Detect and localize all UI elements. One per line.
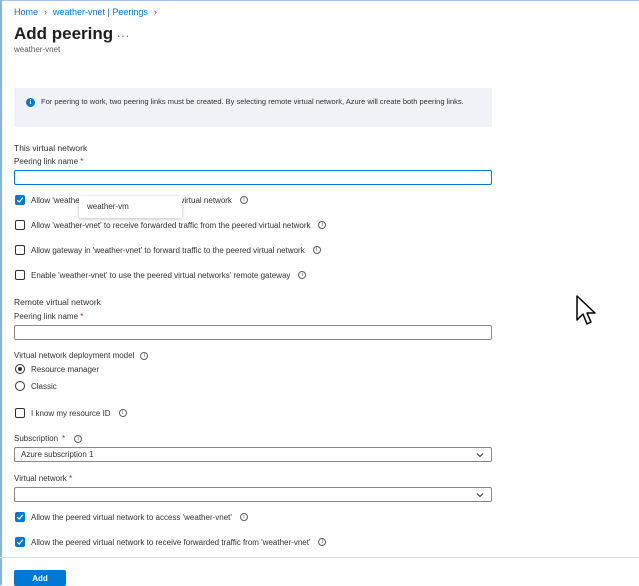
virtual-network-select[interactable] [14,487,492,502]
checkbox-unchecked[interactable] [15,270,25,280]
this-peering-link-input[interactable] [14,170,492,185]
chevron-right-icon: › [153,7,157,17]
option-peered-access[interactable]: Allow the peered virtual network to acce… [15,512,248,522]
option-label: Allow 'weather-vnet' to receive forwarde… [31,220,311,230]
info-icon[interactable]: i [239,513,248,521]
deployment-model-label: Virtual network deployment model i [14,351,149,360]
more-options-button[interactable]: ... [117,26,130,40]
page-subtitle: weather-vnet [14,45,61,54]
info-icon[interactable]: i [318,538,327,546]
info-icon[interactable]: i [312,246,321,254]
checkmark-icon [16,514,24,520]
remote-peering-link-input[interactable] [14,325,492,340]
checkmark-icon [16,539,24,545]
virtual-network-label: Virtual network * [14,474,73,483]
info-icon[interactable]: i [74,434,83,443]
footer-divider [0,557,639,558]
this-peering-link-label: Peering link name * [14,157,84,166]
info-icon: i [26,98,35,107]
option-receive-forwarded[interactable]: Allow 'weather-vnet' to receive forwarde… [15,220,327,230]
window-top-edge [0,0,639,1]
option-peered-forwarded[interactable]: Allow the peered virtual network to rece… [15,537,327,547]
subscription-value: Azure subscription 1 [21,450,94,459]
checkbox-checked[interactable] [15,512,25,522]
radio-classic[interactable]: Classic [15,381,57,391]
radio-button[interactable] [15,381,25,391]
info-banner: i For peering to work, two peering links… [14,88,492,127]
window-left-edge [0,0,2,585]
option-label: Enable 'weather-vnet' to use the peered … [31,270,291,280]
radio-label: Classic [31,381,57,391]
checkbox-unchecked[interactable] [15,220,25,230]
breadcrumb: Home › weather-vnet | Peerings › [14,7,157,17]
section-this-vnet: This virtual network [14,143,88,153]
breadcrumb-peerings[interactable]: weather-vnet | Peerings [53,7,148,17]
radio-button[interactable] [15,364,25,374]
section-remote-vnet: Remote virtual network [14,297,101,307]
cursor-icon [576,295,596,325]
info-icon[interactable]: i [298,271,307,279]
option-label: I know my resource ID [31,408,111,418]
info-icon[interactable]: i [140,351,149,360]
chevron-down-icon [476,452,484,457]
subscription-label: Subscription * i [14,434,83,443]
option-remote-gateway[interactable]: Enable 'weather-vnet' to use the peered … [15,270,307,280]
checkbox-unchecked[interactable] [15,245,25,255]
chevron-right-icon: › [44,7,48,17]
info-icon[interactable]: i [239,196,248,204]
breadcrumb-home[interactable]: Home [14,7,38,17]
add-button[interactable]: Add [14,570,66,586]
page-title: Add peering [14,24,114,43]
info-icon[interactable]: i [118,409,127,417]
info-icon[interactable]: i [318,221,327,229]
option-label: Allow the peered virtual network to acce… [31,512,232,522]
checkbox-checked[interactable] [15,537,25,547]
autocomplete-tooltip[interactable]: weather-vm [79,196,182,218]
option-know-resource-id[interactable]: I know my resource ID i [15,408,127,418]
checkbox-unchecked[interactable] [15,408,25,418]
radio-label: Resource manager [31,364,100,374]
option-gateway-forward[interactable]: Allow gateway in 'weather-vnet' to forwa… [15,245,321,255]
chevron-down-icon [476,492,484,497]
option-label: Allow gateway in 'weather-vnet' to forwa… [31,245,305,255]
checkmark-icon [16,197,24,203]
radio-resource-manager[interactable]: Resource manager [15,364,99,374]
checkbox-checked[interactable] [15,195,25,205]
option-label: Allow the peered virtual network to rece… [31,537,311,547]
remote-peering-link-label: Peering link name * [14,312,84,321]
info-text: For peering to work, two peering links m… [41,97,464,106]
subscription-select[interactable]: Azure subscription 1 [14,447,492,462]
